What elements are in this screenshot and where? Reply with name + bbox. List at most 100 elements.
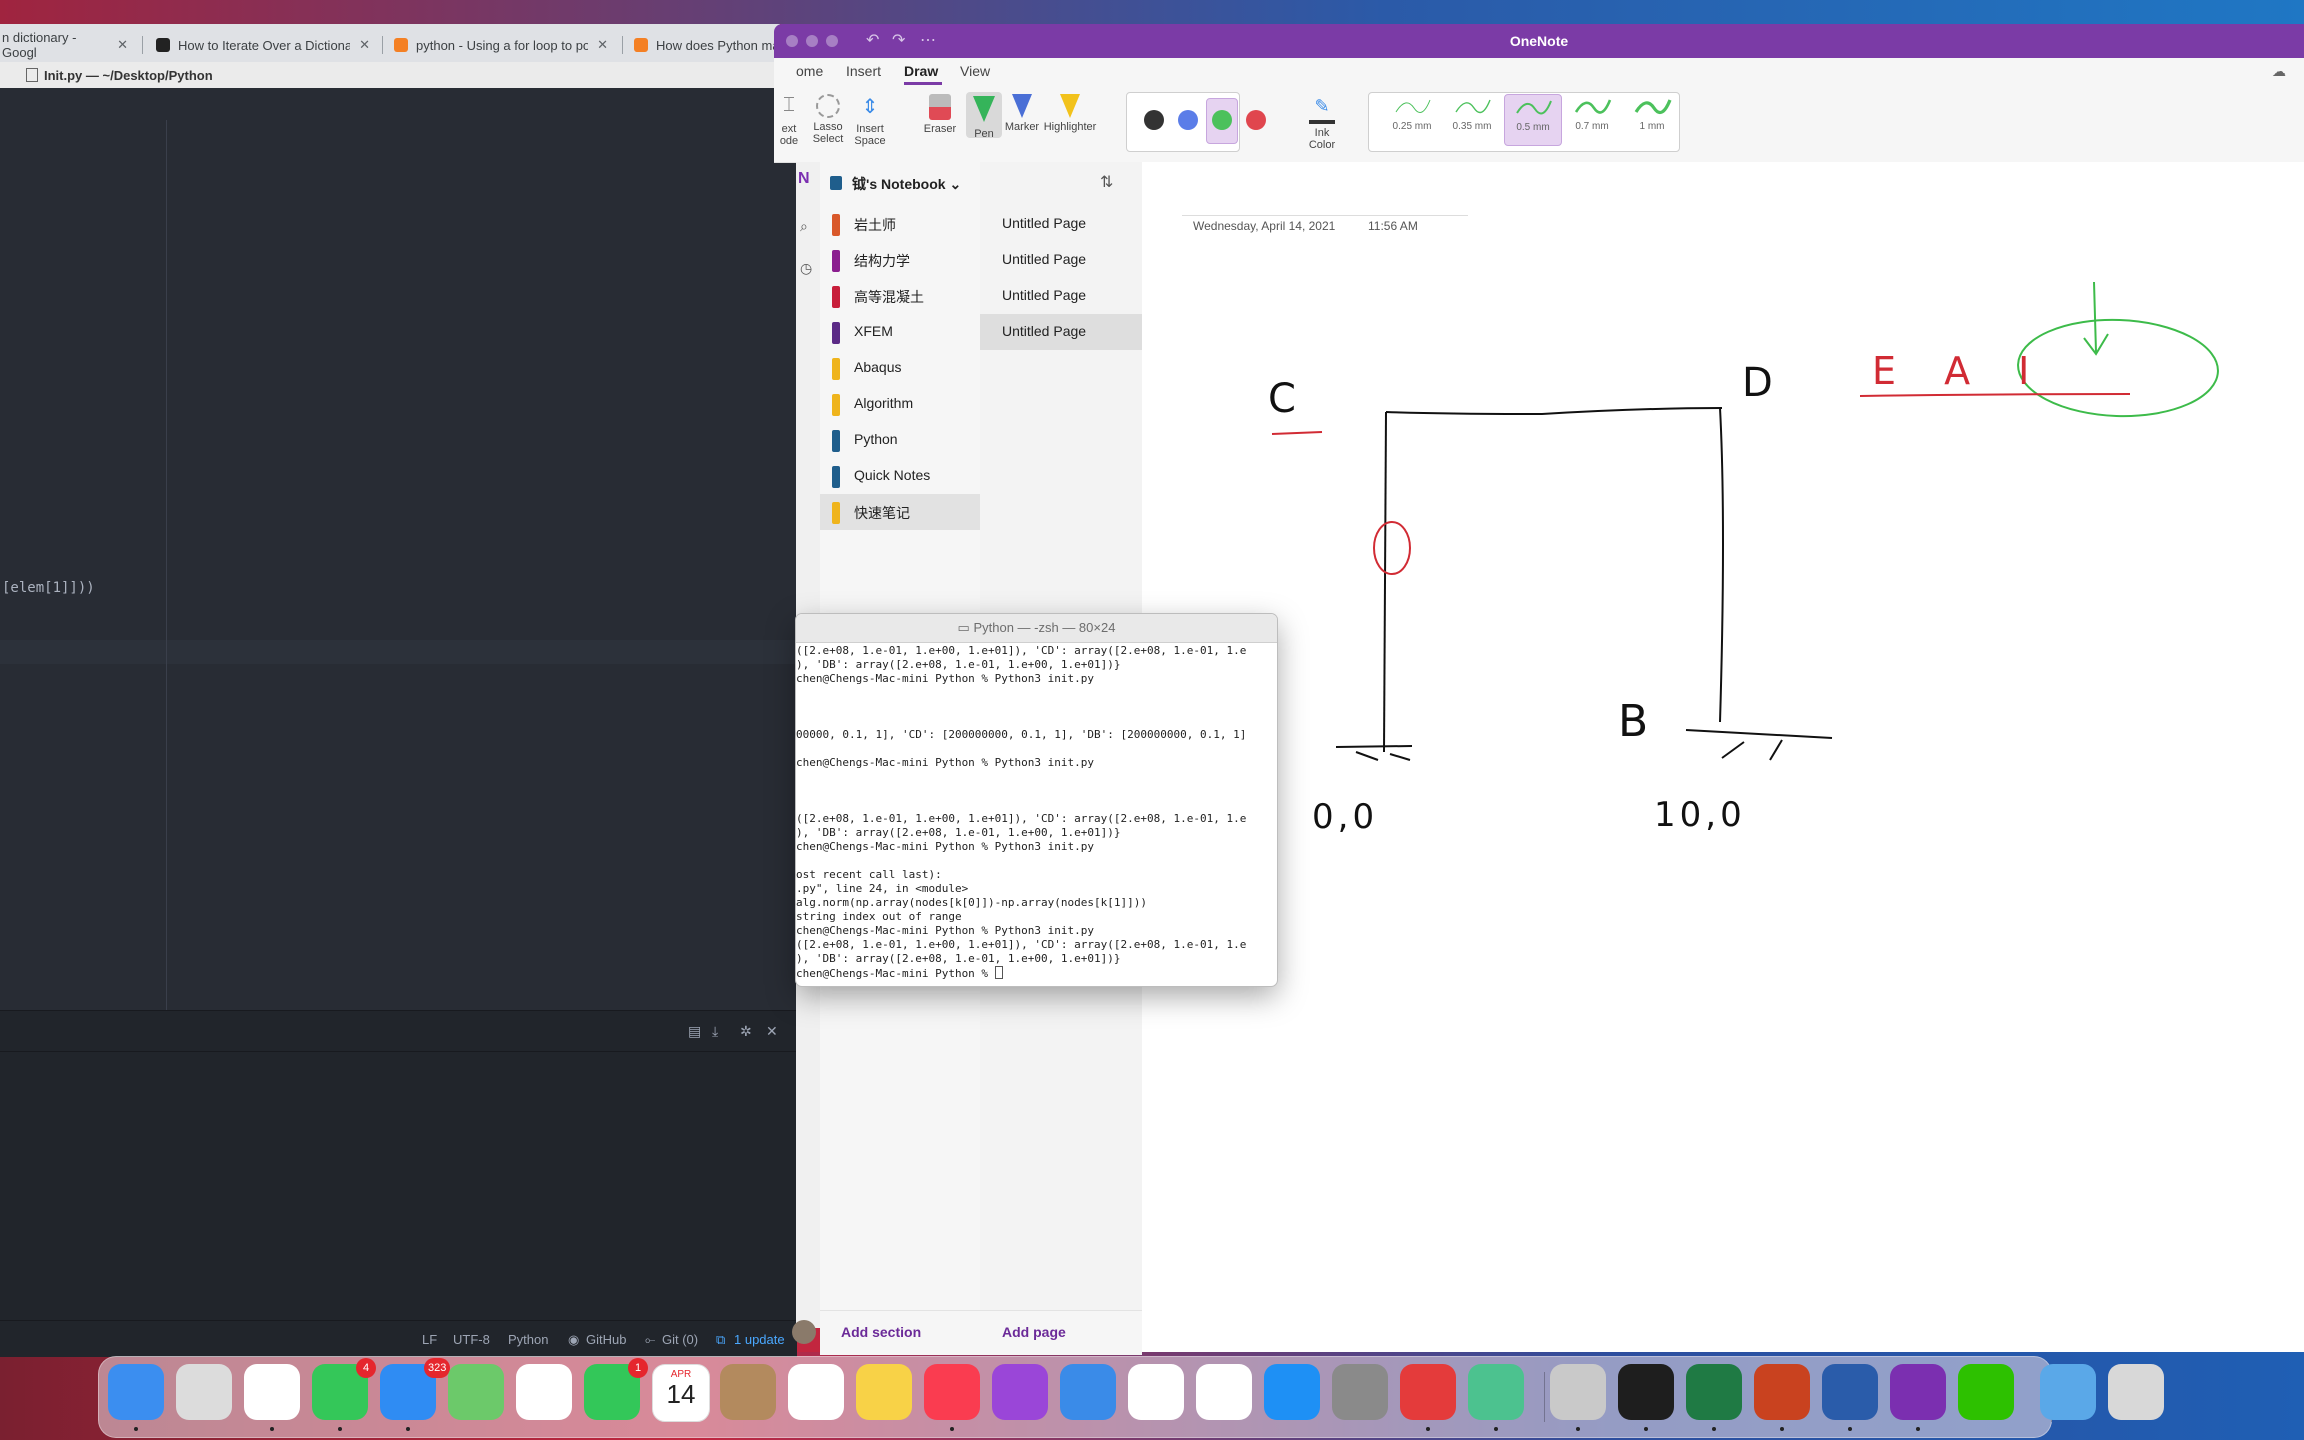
terminal-line: chen@Chengs-Mac-mini Python % Python3 in…	[796, 756, 1095, 769]
thickness-option[interactable]: 0.7 mm	[1564, 94, 1620, 144]
powerpoint-icon[interactable]	[1754, 1364, 1810, 1420]
pages-icon[interactable]	[1196, 1364, 1252, 1420]
avatar[interactable]	[792, 1320, 816, 1344]
pen-button[interactable]: Pen	[966, 92, 1002, 140]
line-ending-indicator[interactable]: LF	[422, 1332, 437, 1347]
wechat-icon[interactable]	[1958, 1364, 2014, 1420]
sx-favicon-icon	[156, 38, 170, 52]
parallels-icon[interactable]	[1400, 1364, 1456, 1420]
section-color-tab	[832, 358, 840, 380]
page-item[interactable]: Untitled Page	[980, 278, 1142, 314]
contacts-icon[interactable]	[720, 1364, 776, 1420]
tab-draw[interactable]: Draw	[904, 63, 938, 79]
notebook-name[interactable]: 钺's Notebook ⌄	[852, 174, 961, 194]
more-icon[interactable]: ⋯	[920, 30, 936, 50]
feedback-icon[interactable]: ☁	[2272, 63, 2286, 80]
browser-tab[interactable]: How to Iterate Over a Dictiona ✕	[146, 30, 380, 60]
photos-icon[interactable]	[516, 1364, 572, 1420]
trash-icon[interactable]	[2108, 1364, 2164, 1420]
reminders-icon[interactable]	[788, 1364, 844, 1420]
encoding-indicator[interactable]: UTF-8	[453, 1332, 490, 1347]
finder-icon[interactable]	[108, 1364, 164, 1420]
notes-icon[interactable]	[856, 1364, 912, 1420]
star-icon[interactable]	[1550, 1364, 1606, 1420]
git-button[interactable]: Git (0)	[662, 1332, 698, 1347]
downloads-folder-icon[interactable]	[2040, 1364, 2096, 1420]
section-item[interactable]: 高等混凝土	[820, 278, 980, 314]
eraser-button[interactable]: Eraser	[918, 94, 962, 135]
numbers-icon[interactable]	[1128, 1364, 1184, 1420]
update-button[interactable]: 1 update	[734, 1332, 785, 1347]
section-item[interactable]: Abaqus	[820, 350, 980, 386]
ink-color-button[interactable]: ✎ Ink Color	[1300, 96, 1344, 151]
redo-icon[interactable]: ↷	[892, 30, 905, 50]
podcasts-icon[interactable]	[992, 1364, 1048, 1420]
page-item[interactable]: Untitled Page	[980, 242, 1142, 278]
insert-space-button[interactable]: ⇕ Insert Space	[850, 94, 890, 147]
recent-icon[interactable]: ◷	[800, 260, 812, 277]
tab-view[interactable]: View	[960, 63, 990, 79]
terminal-line: string index out of range	[796, 910, 962, 923]
github-button[interactable]: GitHub	[586, 1332, 626, 1347]
color-swatch-green[interactable]	[1212, 110, 1232, 130]
close-icon[interactable]: ✕	[359, 37, 370, 53]
tab-insert[interactable]: Insert	[846, 63, 881, 79]
color-swatch-black[interactable]	[1144, 110, 1164, 130]
atom-icon[interactable]	[1468, 1364, 1524, 1420]
lasso-select-button[interactable]: Lasso Select	[808, 94, 848, 145]
page-item[interactable]: Untitled Page	[980, 206, 1142, 242]
browser-tab[interactable]: n dictionary - Googl ✕	[0, 30, 138, 60]
onenote-icon[interactable]	[1890, 1364, 1946, 1420]
close-icon[interactable]: ✕	[597, 37, 608, 53]
maps-icon[interactable]	[448, 1364, 504, 1420]
music-icon[interactable]	[924, 1364, 980, 1420]
section-item[interactable]: Algorithm	[820, 386, 980, 422]
text-mode-button[interactable]: ⌶ ext ode	[774, 94, 804, 147]
calendar-icon[interactable]: APR 14	[652, 1364, 710, 1422]
thickness-option[interactable]: 0.35 mm	[1444, 94, 1500, 144]
ink-label: C	[1268, 376, 1296, 422]
section-item[interactable]: Quick Notes	[820, 458, 980, 494]
code-editor[interactable]	[0, 88, 797, 1010]
highlighter-button[interactable]: Highlighter	[1042, 94, 1098, 133]
chrome-icon[interactable]	[244, 1364, 300, 1420]
search-icon[interactable]: ⌕	[800, 218, 808, 235]
browser-tab[interactable]: How does Python ma	[624, 30, 794, 60]
excel-icon[interactable]	[1686, 1364, 1742, 1420]
browser-tab[interactable]: python - Using a for loop to po ✕	[384, 30, 618, 60]
marker-button[interactable]: Marker	[1004, 94, 1040, 133]
terminal-output[interactable]: ([2.e+08, 1.e-01, 1.e+00, 1.e+01]), 'CD'…	[796, 644, 1277, 981]
keynote-icon[interactable]	[1060, 1364, 1116, 1420]
undo-icon[interactable]: ↶	[866, 30, 879, 50]
launchpad-icon[interactable]	[176, 1364, 232, 1420]
add-page-button[interactable]: Add page	[1002, 1324, 1066, 1340]
grammar-indicator[interactable]: Python	[508, 1332, 548, 1347]
thickness-option[interactable]: 0.25 mm	[1384, 94, 1440, 144]
section-item[interactable]: 结构力学	[820, 242, 980, 278]
section-item[interactable]: Python	[820, 422, 980, 458]
page-item-selected[interactable]: Untitled Page	[980, 314, 1142, 350]
color-swatch-red[interactable]	[1246, 110, 1266, 130]
appstore-icon[interactable]	[1264, 1364, 1320, 1420]
code-line[interactable]: [elem[1]]))	[2, 580, 95, 596]
add-section-button[interactable]: Add section	[841, 1324, 921, 1340]
thickness-option[interactable]: 1 mm	[1624, 94, 1680, 144]
settings-icon[interactable]: ✲	[740, 1023, 752, 1040]
section-item[interactable]: 岩土师	[820, 206, 980, 242]
download-icon[interactable]: ⤓	[712, 1023, 718, 1040]
section-item-selected[interactable]: 快速笔记	[820, 494, 980, 530]
section-item[interactable]: XFEM	[820, 314, 980, 350]
close-icon[interactable]: ✕	[766, 1023, 778, 1040]
file-icon[interactable]: ▤	[688, 1023, 701, 1040]
notebooks-icon[interactable]: N	[798, 170, 810, 188]
settings-icon[interactable]	[1332, 1364, 1388, 1420]
close-icon[interactable]: ✕	[117, 37, 128, 53]
word-icon[interactable]	[1822, 1364, 1878, 1420]
tab-home[interactable]: ome	[796, 63, 823, 79]
thickness-option-selected[interactable]: 0.5 mm	[1504, 94, 1562, 146]
ink-drawing[interactable]: C D B E A I 0,0 10,0	[1142, 162, 2304, 1352]
terminal-icon[interactable]	[1618, 1364, 1674, 1420]
sort-icon[interactable]: ⇅	[1100, 172, 1113, 192]
color-swatch-blue[interactable]	[1178, 110, 1198, 130]
terminal-window[interactable]: ▭ Python — -zsh — 80×24 ([2.e+08, 1.e-01…	[796, 614, 1277, 986]
